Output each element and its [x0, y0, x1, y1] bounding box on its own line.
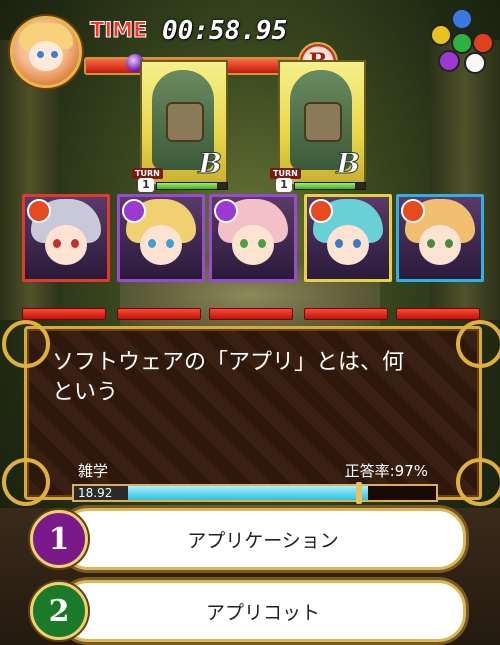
party-skill-gauge: [117, 308, 201, 320]
choice-number-badge[interactable]: 1: [30, 510, 88, 568]
element-wheel-icon[interactable]: [428, 8, 494, 74]
quiz-category: 雑学: [78, 462, 109, 480]
party-skill-gauge: [22, 308, 106, 320]
time-value: 00:58.95: [162, 16, 288, 46]
quiz-accuracy: 正答率:97%: [344, 462, 428, 480]
enemy-hp-bar: [294, 182, 366, 190]
answer-timer-bar: 18.92: [72, 482, 438, 504]
choice-2-button[interactable]: アプリコット: [60, 580, 466, 642]
ornament-icon: [2, 458, 50, 506]
question-line: という: [52, 380, 119, 405]
choice-label: アプリコット: [205, 601, 320, 624]
ornament-icon: [2, 320, 50, 368]
party-member-2[interactable]: [117, 194, 205, 282]
fire-element-icon: [401, 199, 425, 223]
answer-timer-fill: [128, 486, 369, 500]
choice-label: アプリケーション: [187, 529, 339, 552]
player-avatar: [10, 16, 82, 88]
time-label: TIME: [89, 18, 148, 43]
enemy-rank: B: [198, 147, 223, 181]
choice-number-badge[interactable]: 2: [30, 582, 88, 640]
enemy-rank: B: [336, 147, 361, 181]
fire-element-icon: [309, 199, 333, 223]
enemy-hp-bar: [156, 182, 228, 190]
party-skill-gauge: [209, 308, 293, 320]
answer-marker: [356, 482, 362, 504]
party-skill-gauge: [396, 308, 480, 320]
dark-element-icon: [214, 199, 238, 223]
party-skill-gauge: [304, 308, 388, 320]
turn-count: 1: [276, 178, 292, 192]
party-member-4[interactable]: [304, 194, 392, 282]
question-line: ソフトウェアの「アプリ」とは、何: [52, 350, 405, 375]
ornament-icon: [456, 320, 500, 368]
question-text: ソフトウェアの「アプリ」とは、何 という: [52, 348, 452, 408]
party-member-1[interactable]: [22, 194, 110, 282]
ornament-icon: [456, 458, 500, 506]
fire-element-icon: [27, 199, 51, 223]
answer-time: 18.92: [74, 486, 128, 500]
dark-element-icon: [122, 199, 146, 223]
party-member-3[interactable]: [209, 194, 297, 282]
turn-count: 1: [138, 178, 154, 192]
party-member-5[interactable]: [396, 194, 484, 282]
choice-1-button[interactable]: アプリケーション: [60, 508, 466, 570]
